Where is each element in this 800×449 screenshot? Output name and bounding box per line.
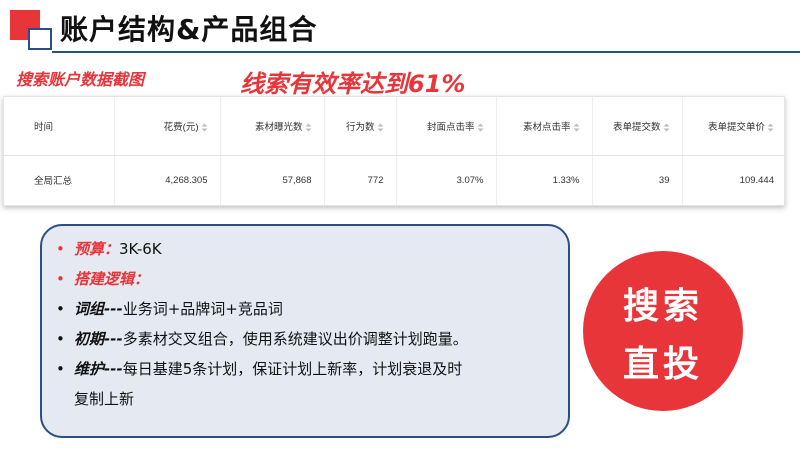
sort-icon[interactable] <box>477 123 484 132</box>
table-cell: 57,868 <box>220 155 325 205</box>
strategy-list: • 预算：3K-6K • 搭建逻辑： • 词组---业务词+品牌词+竞品词 • … <box>56 234 564 414</box>
table-cell: 772 <box>324 155 397 205</box>
account-data-table-panel: 时间 花费(元) 素材曝光数 行为数 封面点击率 素材点击率 表单提交数 表单提… <box>3 96 786 206</box>
list-item-logic: • 搭建逻辑： <box>56 264 564 294</box>
budget-value: 3K-6K <box>119 240 162 258</box>
column-header-time[interactable]: 时间 <box>4 97 115 156</box>
search-direct-badge: 搜索 直投 <box>583 251 743 411</box>
column-header-impressions[interactable]: 素材曝光数 <box>220 97 325 156</box>
item-text: 多素材交叉组合，使用系统建议出价调整计划跑量。 <box>122 330 468 348</box>
table-cell: 109.444 <box>739 174 774 186</box>
page-title: 账户结构&产品组合 <box>60 13 318 46</box>
item-label: 初期 <box>74 330 105 348</box>
item-label: 词组 <box>74 300 105 318</box>
item-text-continued: 复制上新 <box>74 390 135 408</box>
bullet-dot: • <box>56 240 65 258</box>
item-label: 维护 <box>74 360 105 378</box>
table-cell: 全局汇总 <box>4 155 115 205</box>
table-cell: 39 <box>592 155 683 205</box>
title-divider <box>52 51 800 53</box>
table-cell: 3.07% <box>396 155 497 205</box>
table-header-row: 时间 花费(元) 素材曝光数 行为数 封面点击率 素材点击率 表单提交数 表单提… <box>4 97 786 156</box>
logic-label: 搭建逻辑： <box>74 270 150 288</box>
badge-line-2: 直投 <box>622 344 703 385</box>
table-row: 全局汇总 4,268.305 57,868 772 3.07% 1.33% 39… <box>4 155 786 205</box>
item-separator: --- <box>104 300 123 318</box>
item-text: 业务词+品牌词+竞品词 <box>122 300 283 318</box>
sort-icon[interactable] <box>663 123 670 132</box>
bullet-dot: • <box>56 270 65 288</box>
account-data-table: 时间 花费(元) 素材曝光数 行为数 封面点击率 素材点击率 表单提交数 表单提… <box>4 97 786 205</box>
sort-icon[interactable] <box>573 123 580 132</box>
sort-icon[interactable] <box>305 123 312 132</box>
column-header-spend[interactable]: 花费(元) <box>114 97 221 156</box>
bullet-dot: • <box>56 330 65 348</box>
list-item-initial: • 初期---多素材交叉组合，使用系统建议出价调整计划跑量。 <box>56 324 564 354</box>
list-item-keywords: • 词组---业务词+品牌词+竞品词 <box>56 294 564 324</box>
list-item-maintenance: • 维护---每日基建5条计划，保证计划上新率，计划衰退及时 复制上新 <box>56 354 564 414</box>
column-header-material-ctr[interactable]: 素材点击率 <box>496 97 593 156</box>
column-header-form-submits[interactable]: 表单提交数 <box>592 97 683 156</box>
headline-stat: 线索有效率达到61% <box>240 70 466 98</box>
bullet-dot: • <box>56 300 65 318</box>
sort-icon[interactable] <box>767 123 774 132</box>
sort-icon[interactable] <box>377 123 384 132</box>
column-header-actions[interactable]: 行为数 <box>324 97 397 156</box>
screenshot-caption: 搜索账户数据截图 <box>16 70 145 89</box>
item-separator: --- <box>104 360 123 378</box>
column-header-form-unit-price[interactable]: 表单提交单价 <box>682 97 786 156</box>
item-separator: --- <box>104 330 123 348</box>
table-cell: 4,268.305 <box>114 155 221 205</box>
table-cell: 1.33% <box>496 155 593 205</box>
list-item-budget: • 预算：3K-6K <box>56 234 564 264</box>
badge-line-1: 搜索 <box>622 286 703 327</box>
logo-outline-square <box>28 28 52 50</box>
strategy-panel: • 预算：3K-6K • 搭建逻辑： • 词组---业务词+品牌词+竞品词 • … <box>40 224 570 438</box>
column-header-cover-ctr[interactable]: 封面点击率 <box>396 97 497 156</box>
budget-label: 预算： <box>74 240 120 258</box>
sort-icon[interactable] <box>201 123 208 132</box>
item-text: 每日基建5条计划，保证计划上新率，计划衰退及时 <box>122 360 463 378</box>
bullet-dot: • <box>56 360 65 378</box>
